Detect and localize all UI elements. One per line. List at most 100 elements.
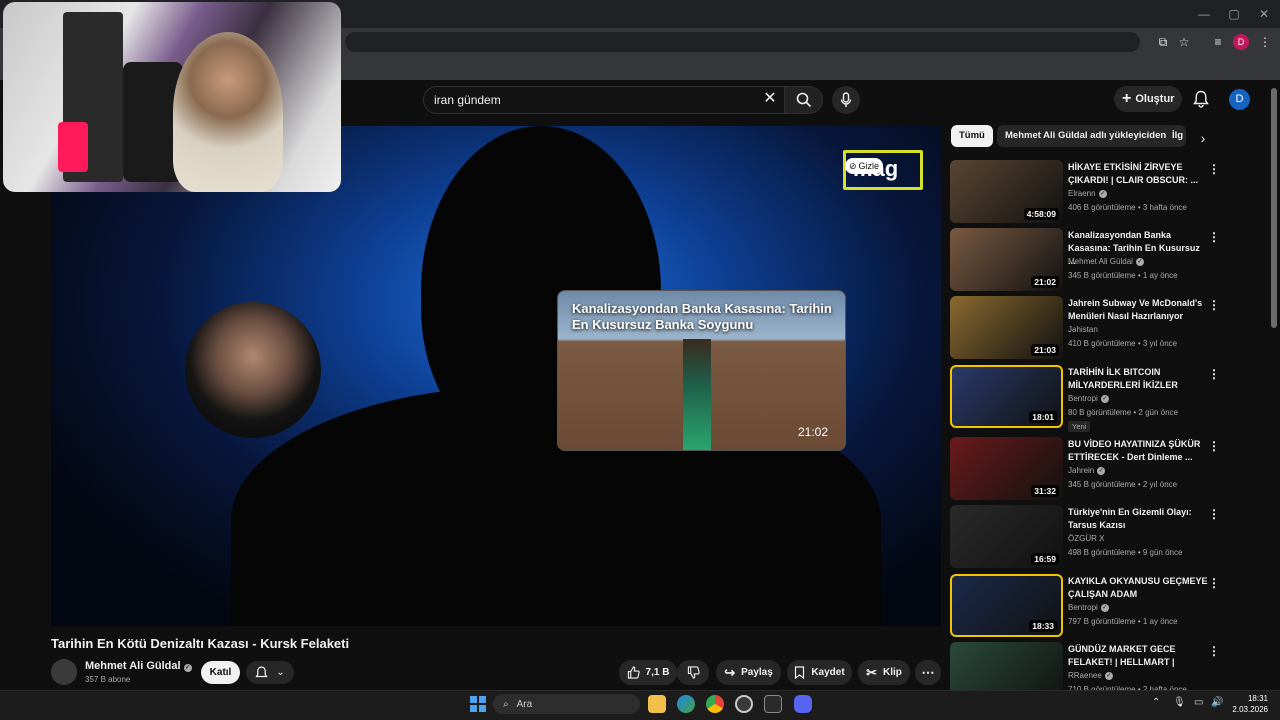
account-avatar[interactable]: D xyxy=(1229,89,1250,110)
search-input[interactable] xyxy=(434,91,734,109)
create-button[interactable]: + Oluştur xyxy=(1114,86,1182,112)
bell-icon xyxy=(255,666,269,677)
related-video-thumbnail[interactable]: 4:58:09 xyxy=(950,160,1063,223)
thumbs-up-icon xyxy=(627,666,640,679)
join-button[interactable]: Katıl xyxy=(201,661,240,684)
related-video-channel: Elraenn ✓ xyxy=(1068,189,1107,198)
related-video-title[interactable]: TARİHİN İLK BITCOIN MİLYARDERLERİ İKİZLE… xyxy=(1068,366,1208,392)
subscriber-count: 357 B abone xyxy=(85,675,131,684)
terminal-icon[interactable] xyxy=(764,695,782,713)
video-title: Tarihin En Kötü Denizaltı Kazası - Kursk… xyxy=(51,636,350,651)
page-scrollbar[interactable] xyxy=(1271,88,1277,328)
like-button[interactable]: 7,1 B xyxy=(619,660,677,685)
endscreen-video-card[interactable]: Kanalizasyondan Banka Kasasına: Tarihin … xyxy=(557,290,846,451)
save-button[interactable]: Kaydet xyxy=(787,660,852,685)
webcam-overlay xyxy=(3,2,341,192)
presenter-portrait xyxy=(185,302,321,438)
related-video-meta: 345 B görüntüleme • 2 yıl önce xyxy=(1068,480,1178,489)
dislike-button[interactable] xyxy=(677,660,709,685)
related-video-thumbnail[interactable]: 18:33 xyxy=(950,574,1063,637)
chip-from-uploader[interactable]: Mehmet Ali Güldal adlı yükleyiciden xyxy=(997,125,1175,147)
channel-name[interactable]: Mehmet Ali Güldal ✓ xyxy=(85,660,192,672)
more-options-icon[interactable]: ⋮ xyxy=(1208,230,1220,244)
related-video-channel-name: Bentropi xyxy=(1068,603,1098,612)
search-button[interactable] xyxy=(785,86,823,114)
related-video-duration: 21:02 xyxy=(1031,276,1059,288)
discord-icon[interactable] xyxy=(794,695,812,713)
tray-chevron-icon[interactable]: ⌃ xyxy=(1152,697,1160,708)
clip-button[interactable]: ✂ Klip xyxy=(858,660,910,685)
notifications-button[interactable] xyxy=(1190,88,1212,110)
share-button[interactable]: ↪ Paylaş xyxy=(716,660,781,685)
install-app-icon[interactable]: ⧉ xyxy=(1155,34,1171,50)
related-video-duration: 21:03 xyxy=(1031,344,1059,356)
omnibox[interactable] xyxy=(345,32,1140,52)
chevron-right-icon[interactable]: › xyxy=(1196,131,1210,145)
related-video-thumbnail[interactable]: 18:01 xyxy=(950,365,1063,428)
related-video-title[interactable]: Jahrein Subway Ve McDonald's Menüleri Na… xyxy=(1068,297,1208,323)
steam-icon[interactable] xyxy=(735,695,753,713)
related-video-thumbnail[interactable]: 31:32 xyxy=(950,437,1063,500)
related-video-thumbnail[interactable]: 21:03 xyxy=(950,296,1063,359)
clock-date[interactable]: 2.03.2026 xyxy=(1232,705,1268,714)
related-video-thumbnail[interactable]: 16:59 xyxy=(950,505,1063,568)
related-video-title[interactable]: BU VİDEO HAYATINIZA ŞÜKÜR ETTİRECEK - De… xyxy=(1068,438,1208,464)
more-options-icon[interactable]: ⋮ xyxy=(1208,644,1220,658)
related-video-title[interactable]: GÜNDÜZ MARKET GECE FELAKET! | HELLMART | xyxy=(1068,643,1208,669)
related-video-meta: 498 B görüntüleme • 9 gün önce xyxy=(1068,548,1183,557)
like-count: 7,1 B xyxy=(645,667,670,678)
related-video-title[interactable]: Türkiye'nin En Gizemli Olayı: Tarsus Kaz… xyxy=(1068,506,1208,532)
clock-time[interactable]: 18:31 xyxy=(1246,694,1268,703)
related-video-channel: Bentropi ✓ xyxy=(1068,394,1109,403)
endcard-thumbnail-art xyxy=(683,339,711,450)
more-horizontal-icon: ⋯ xyxy=(921,664,935,680)
related-video-thumbnail[interactable]: 21:02 xyxy=(950,228,1063,291)
bell-icon xyxy=(1193,90,1209,108)
channel-avatar[interactable] xyxy=(51,659,77,685)
maximize-icon[interactable]: ▢ xyxy=(1226,6,1242,22)
more-options-icon[interactable]: ⋮ xyxy=(1208,298,1220,312)
more-options-icon[interactable]: ⋮ xyxy=(1208,507,1220,521)
chip-related[interactable]: İlg xyxy=(1166,125,1186,147)
related-video-title[interactable]: HİKAYE ETKİSİNİ ZİRVEYE ÇIKARDI! | CLAIR… xyxy=(1068,161,1208,187)
chrome-profile-avatar[interactable]: D xyxy=(1233,34,1249,50)
more-options-icon[interactable]: ⋮ xyxy=(1208,576,1220,590)
more-options-icon[interactable]: ⋮ xyxy=(1208,162,1220,176)
media-controls-icon[interactable]: ≡ xyxy=(1210,34,1226,50)
clear-search-icon[interactable]: ✕ xyxy=(761,90,779,108)
chrome-menu-icon[interactable]: ⋮ xyxy=(1257,34,1273,50)
related-video-meta: 80 B görüntüleme • 2 gün önce xyxy=(1068,408,1178,417)
volume-icon[interactable]: 🔊 xyxy=(1211,697,1223,708)
verified-icon: ✓ xyxy=(1135,257,1144,266)
more-actions-button[interactable]: ⋯ xyxy=(915,660,941,685)
bookmark-star-icon[interactable]: ☆ xyxy=(1176,34,1192,50)
related-video-channel-name: Bentropi xyxy=(1068,394,1098,403)
close-window-icon[interactable]: ✕ xyxy=(1256,6,1272,22)
start-button[interactable] xyxy=(470,696,486,712)
taskbar-search[interactable]: ⌕ Ara xyxy=(493,694,640,714)
verified-icon: ✓ xyxy=(1097,466,1106,475)
related-video-channel-name: ÖZGÜR X xyxy=(1068,534,1105,543)
file-explorer-icon[interactable] xyxy=(648,695,666,713)
more-options-icon[interactable]: ⋮ xyxy=(1208,439,1220,453)
search-icon: ⌕ xyxy=(503,698,509,710)
related-video-channel: RRaenee ✓ xyxy=(1068,671,1113,680)
voice-search-button[interactable] xyxy=(832,86,860,114)
windows-taskbar xyxy=(0,690,1280,720)
display-icon[interactable]: ▭ xyxy=(1194,697,1203,708)
microphone-icon[interactable]: 🎙 xyxy=(1173,697,1186,708)
hide-watermark-button[interactable]: ⊘ Gizle xyxy=(845,158,883,174)
subscription-bell-button[interactable]: ⌄ xyxy=(246,661,294,684)
minimize-icon[interactable]: — xyxy=(1196,6,1212,22)
endcard-duration: 21:02 xyxy=(798,425,829,439)
chip-all[interactable]: Tümü xyxy=(951,125,993,147)
thumbs-down-icon xyxy=(687,666,700,679)
chrome-icon[interactable] xyxy=(706,695,724,713)
channel-name-text[interactable]: Mehmet Ali Güldal xyxy=(85,660,181,672)
related-video-channel-name: Elraenn xyxy=(1068,189,1096,198)
related-video-channel-name: Jahrein xyxy=(1068,466,1095,475)
related-video-duration: 18:33 xyxy=(1029,620,1057,632)
related-video-title[interactable]: KAYIKLA OKYANUSU GEÇMEYE ÇALIŞAN ADAM xyxy=(1068,575,1208,601)
more-options-icon[interactable]: ⋮ xyxy=(1208,367,1220,381)
edge-icon[interactable] xyxy=(677,695,695,713)
